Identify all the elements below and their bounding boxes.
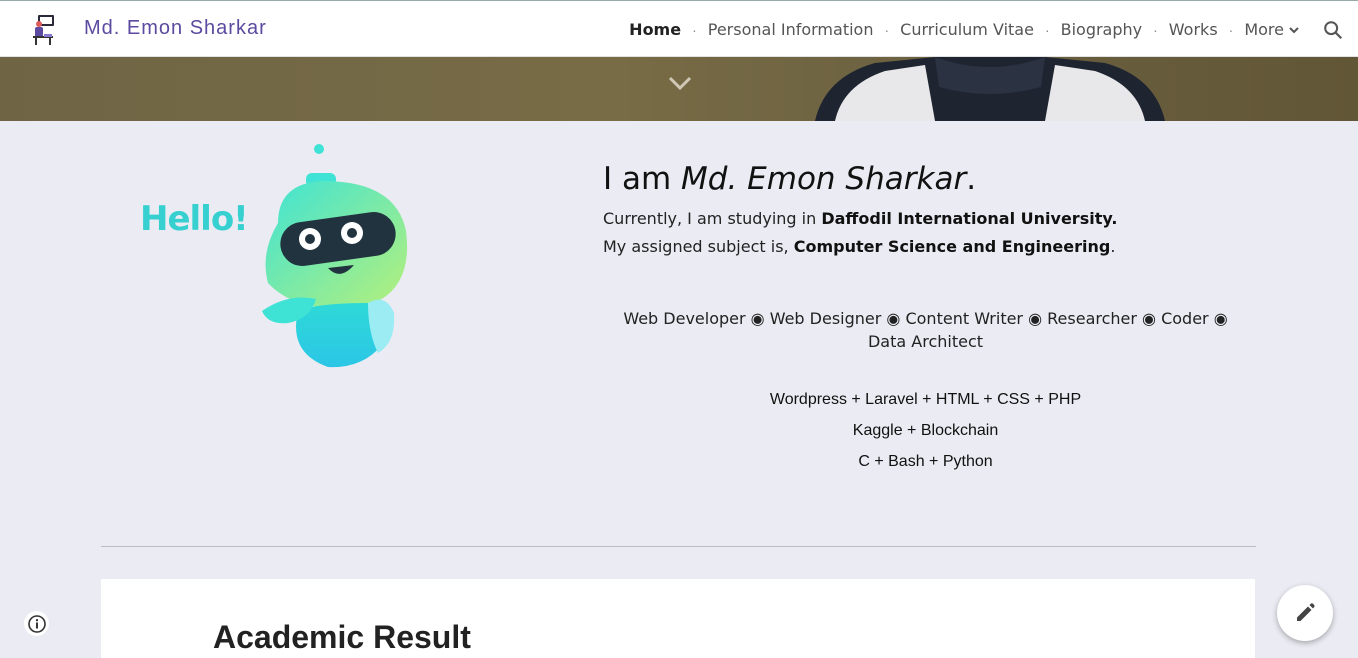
subject-line-prefix: My assigned subject is, [603,237,794,256]
subject-line: My assigned subject is, Computer Science… [603,237,1253,256]
banner-person-image [815,57,1165,121]
nav-works[interactable]: Works [1169,20,1218,39]
tech-stack-line: Wordpress + Laravel + HTML + CSS + PHP [769,391,1082,408]
pencil-icon [1297,603,1315,621]
university-name: Daffodil International University. [821,209,1118,228]
heading-suffix: . [966,161,977,197]
intro-text-block: I am Md. Emon Sharkar. Currently, I am s… [603,161,1253,256]
tech-stack-line: C + Bash + Python [858,453,993,470]
main-nav: Home · Personal Information · Curriculum… [629,1,1358,58]
intro-section: Hello! I am Md. Emon Sharkar. Currently,… [0,121,1358,551]
site-logo-icon[interactable] [30,12,62,46]
nav-separator: · [1228,21,1234,38]
nav-more-label: More [1244,20,1284,39]
tech-stack-line: Kaggle + Blockchain [852,422,999,439]
search-icon[interactable] [1322,19,1344,41]
chevron-down-icon [1289,26,1299,33]
nav-separator: · [1044,21,1050,38]
robot-icon [262,144,408,368]
tech-stack: Wordpress + Laravel + HTML + CSS + PHP K… [603,391,1248,484]
subject-name: Computer Science and Engineering [793,237,1111,256]
heading-name: Md. Emon Sharkar [681,161,967,197]
nav-separator: · [692,21,697,38]
section-divider [101,546,1256,547]
academic-result-card: Academic Result [101,579,1255,658]
hello-robot-illustration: Hello! [138,143,418,373]
site-info-button[interactable] [24,611,49,636]
info-icon [27,614,46,633]
roles-text: Web Developer ◉ Web Designer ◉ Content W… [623,309,1228,351]
subject-line-suffix: . [1110,237,1116,256]
nav-personal-information[interactable]: Personal Information [708,20,874,39]
nav-curriculum-vitae[interactable]: Curriculum Vitae [900,20,1034,39]
heading-prefix: I am [603,161,682,197]
section-title: Academic Result [213,619,471,655]
intro-heading: I am Md. Emon Sharkar. [603,161,1253,197]
nav-separator: · [884,21,890,38]
scroll-down-chevron-icon[interactable] [667,73,693,93]
edit-button[interactable] [1277,585,1333,641]
study-line-prefix: Currently, I am studying in [603,209,822,228]
nav-more-button[interactable]: More [1244,20,1300,39]
nav-home[interactable]: Home [629,20,681,39]
hero-banner-image [0,57,1358,121]
site-title[interactable]: Md. Emon Sharkar [84,17,267,40]
nav-biography[interactable]: Biography [1061,20,1143,39]
site-header: Md. Emon Sharkar Home · Personal Informa… [0,0,1358,57]
nav-separator: · [1153,21,1158,38]
study-line: Currently, I am studying in Daffodil Int… [603,209,1253,228]
